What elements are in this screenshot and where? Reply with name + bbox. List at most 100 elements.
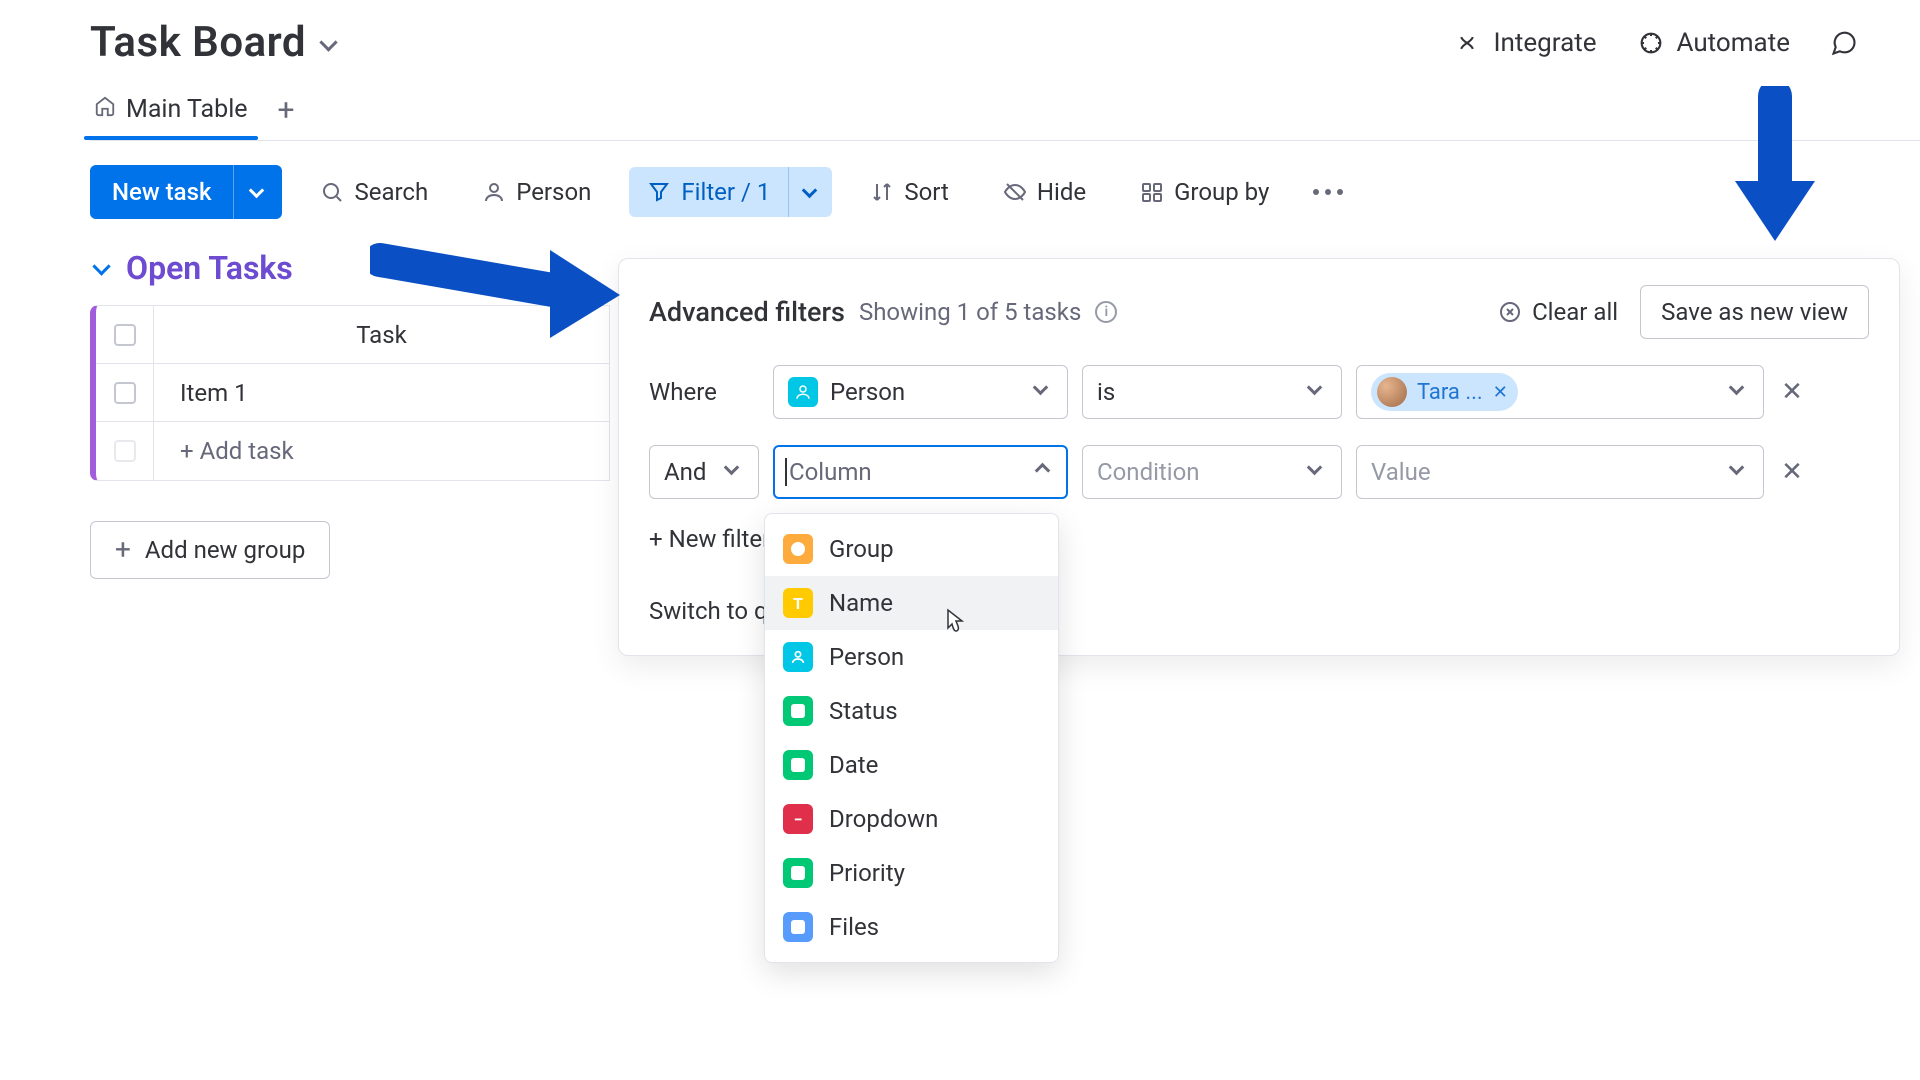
add-task-label: + Add task: [154, 437, 609, 465]
automate-icon: [1637, 29, 1665, 57]
filter-column-value: Person: [830, 378, 905, 406]
option-label: Person: [829, 643, 904, 671]
add-task-row[interactable]: + Add task: [96, 422, 609, 480]
filter-row: And Column Condition Value ✕: [649, 445, 1869, 499]
status-column-icon: [783, 696, 813, 726]
dropdown-option-name[interactable]: T Name: [765, 576, 1058, 630]
person-label: Person: [516, 178, 591, 206]
chip-label: Tara ...: [1417, 380, 1483, 405]
integrate-icon: [1453, 29, 1481, 57]
integrate-button[interactable]: Integrate: [1453, 28, 1596, 58]
search-button[interactable]: Search: [304, 168, 444, 216]
integrate-label: Integrate: [1493, 28, 1596, 58]
hide-icon: [1003, 180, 1027, 204]
filter-condition-placeholder: Condition: [1097, 458, 1200, 486]
task-name-cell[interactable]: Item 1: [154, 379, 609, 407]
dropdown-option-status[interactable]: Status: [765, 684, 1058, 738]
remove-filter-row-button[interactable]: ✕: [1778, 378, 1806, 406]
filter-value-select[interactable]: Tara ... ✕: [1356, 365, 1764, 419]
filter-condition-value: is: [1097, 378, 1115, 406]
person-filter-button[interactable]: Person: [466, 168, 607, 216]
chevron-down-icon: [1305, 378, 1327, 400]
person-column-icon: [783, 642, 813, 672]
chip-remove-icon[interactable]: ✕: [1493, 382, 1508, 403]
column-dropdown-menu: Group T Name Person Status Date − Dropdo…: [764, 513, 1059, 963]
dropdown-option-files[interactable]: Files: [765, 900, 1058, 954]
row-checkbox: [96, 422, 154, 480]
filter-button[interactable]: Filter / 1: [629, 167, 832, 217]
where-label: Where: [649, 378, 759, 406]
filter-operator-select[interactable]: And: [649, 445, 759, 499]
filter-column-select[interactable]: Column: [773, 445, 1068, 499]
plus-icon: +: [115, 536, 131, 564]
board-title-dropdown[interactable]: Task Board: [90, 18, 340, 67]
hide-button[interactable]: Hide: [987, 168, 1102, 216]
search-label: Search: [354, 178, 428, 206]
dropdown-option-priority[interactable]: Priority: [765, 846, 1058, 900]
row-checkbox[interactable]: [96, 364, 154, 421]
filter-condition-select[interactable]: is: [1082, 365, 1342, 419]
chevron-down-icon: [247, 181, 269, 203]
table-row[interactable]: Item 1: [96, 364, 609, 422]
add-group-button[interactable]: + Add new group: [90, 521, 330, 579]
dropdown-option-dropdown[interactable]: − Dropdown: [765, 792, 1058, 846]
option-label: Dropdown: [829, 805, 938, 833]
home-icon: [94, 95, 116, 124]
clear-all-label: Clear all: [1532, 298, 1618, 326]
filter-label: Filter / 1: [681, 178, 770, 206]
option-label: Priority: [829, 859, 905, 887]
group-column-icon: [783, 534, 813, 564]
select-all-checkbox[interactable]: [96, 306, 154, 363]
group-by-icon: [1140, 180, 1164, 204]
add-tab-button[interactable]: +: [278, 93, 295, 140]
sort-label: Sort: [904, 178, 949, 206]
files-column-icon: [783, 912, 813, 942]
new-task-dropdown-toggle[interactable]: [234, 181, 282, 203]
chevron-down-icon: [1727, 458, 1749, 480]
filter-column-placeholder: Column: [785, 458, 872, 486]
clear-all-button[interactable]: Clear all: [1498, 298, 1618, 326]
filters-title: Advanced filters: [649, 296, 845, 328]
filter-row: Where Person is Tara ... ✕ ✕: [649, 365, 1869, 419]
group-title: Open Tasks: [126, 249, 293, 287]
automate-button[interactable]: Automate: [1637, 28, 1790, 58]
operator-value: And: [664, 458, 706, 486]
chevron-down-icon: [90, 257, 112, 279]
name-column-icon: T: [783, 588, 813, 618]
filters-subtitle: Showing 1 of 5 tasks: [859, 298, 1081, 326]
group-by-button[interactable]: Group by: [1124, 168, 1285, 216]
value-chip[interactable]: Tara ... ✕: [1371, 373, 1518, 411]
chevron-down-icon: [722, 458, 744, 480]
option-label: Date: [829, 751, 878, 779]
hide-label: Hide: [1037, 178, 1086, 206]
option-label: Files: [829, 913, 879, 941]
group-by-label: Group by: [1174, 178, 1269, 206]
filter-condition-select[interactable]: Condition: [1082, 445, 1342, 499]
comment-icon[interactable]: [1830, 29, 1858, 57]
filter-dropdown-toggle[interactable]: [788, 167, 832, 217]
tab-main-table[interactable]: Main Table: [94, 95, 248, 138]
tab-main-label: Main Table: [126, 95, 248, 124]
sort-button[interactable]: Sort: [854, 168, 965, 216]
dropdown-option-person[interactable]: Person: [765, 630, 1058, 684]
more-options-button[interactable]: [1307, 171, 1349, 213]
new-task-button[interactable]: New task: [90, 165, 282, 219]
remove-filter-row-button[interactable]: ✕: [1778, 458, 1806, 486]
option-label: Group: [829, 535, 894, 563]
chevron-down-icon: [1305, 458, 1327, 480]
dropdown-option-date[interactable]: Date: [765, 738, 1058, 792]
info-icon[interactable]: i: [1095, 301, 1117, 323]
new-task-label: New task: [90, 178, 233, 206]
clear-icon: [1498, 300, 1522, 324]
save-as-new-view-button[interactable]: Save as new view: [1640, 285, 1869, 339]
filter-value-select[interactable]: Value: [1356, 445, 1764, 499]
add-group-label: Add new group: [145, 536, 305, 564]
filter-column-select[interactable]: Person: [773, 365, 1068, 419]
person-column-icon: [788, 377, 818, 407]
column-header-task[interactable]: Task: [154, 321, 609, 349]
option-label: Status: [829, 697, 898, 725]
advanced-filters-panel: Advanced filters Showing 1 of 5 tasks i …: [618, 258, 1900, 656]
dropdown-option-group[interactable]: Group: [765, 522, 1058, 576]
avatar: [1377, 377, 1407, 407]
search-icon: [320, 180, 344, 204]
